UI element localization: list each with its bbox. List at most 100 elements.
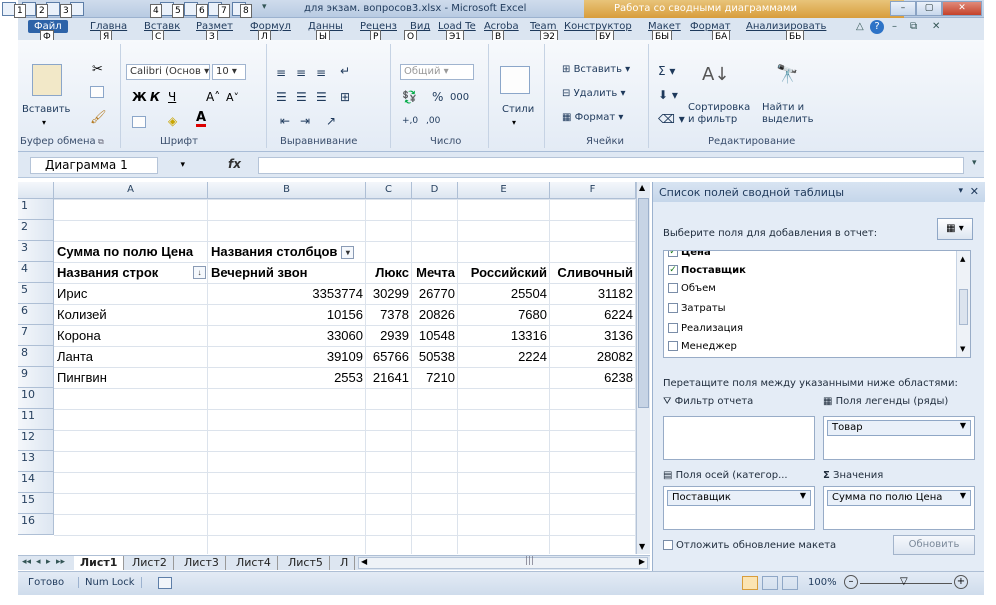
borders-icon[interactable]: [132, 116, 146, 128]
checkbox-checked-icon[interactable]: ✓: [668, 251, 678, 257]
row-header[interactable]: 13: [18, 451, 54, 472]
row-header[interactable]: 16: [18, 514, 54, 535]
align-right-icon[interactable]: ☰: [316, 90, 327, 104]
expand-formula-bar-icon[interactable]: ▾: [972, 158, 977, 168]
horizontal-scrollbar[interactable]: ◀ ||| ▶: [358, 556, 648, 569]
zoom-slider-thumb[interactable]: ▽: [900, 576, 908, 587]
format-painter-icon[interactable]: 🖌: [90, 110, 107, 125]
pivot-value[interactable]: 33060: [208, 326, 366, 347]
decrease-indent-icon[interactable]: ⇤: [280, 114, 290, 128]
vertical-scrollbar[interactable]: ▲ ▼: [636, 182, 650, 554]
pivot-value[interactable]: 50538: [412, 347, 458, 368]
first-sheet-icon[interactable]: ◂◂: [22, 557, 31, 567]
pivot-row-label[interactable]: Ирис: [54, 284, 208, 305]
paste-icon[interactable]: [32, 64, 62, 96]
pivot-value[interactable]: 10548: [412, 326, 458, 347]
find-select-button-line2[interactable]: выделить: [762, 114, 813, 125]
pivot-value[interactable]: 7378: [366, 305, 412, 326]
pivot-value[interactable]: 6238: [550, 368, 636, 389]
field-list-scroll-thumb[interactable]: [959, 289, 968, 325]
macro-record-icon[interactable]: [158, 577, 172, 589]
qat-dropdown-icon[interactable]: ▾: [262, 2, 267, 12]
row-header[interactable]: 12: [18, 430, 54, 451]
pivot-column-header[interactable]: Российский: [458, 263, 550, 284]
pivot-column-header[interactable]: Сливочный: [550, 263, 636, 284]
field-item[interactable]: Менеджер: [668, 341, 737, 352]
values-field-pill[interactable]: Сумма по полю Цена ▼: [827, 490, 971, 506]
legend-field-pill[interactable]: Товар ▼: [827, 420, 971, 436]
sheet-tab-4[interactable]: Лист4: [230, 556, 278, 570]
paste-button[interactable]: Вставить: [22, 104, 70, 115]
copy-icon[interactable]: [90, 86, 104, 98]
pivot-value[interactable]: 31182: [550, 284, 636, 305]
pivot-value[interactable]: 2553: [208, 368, 366, 389]
zoom-level[interactable]: 100%: [808, 577, 837, 588]
pivot-column-header[interactable]: Люкс: [366, 263, 412, 284]
maximize-button[interactable]: ▢: [916, 1, 942, 16]
sort-filter-button[interactable]: Сортировка: [688, 102, 750, 113]
styles-icon[interactable]: [500, 66, 530, 94]
chevron-down-icon[interactable]: ▼: [800, 491, 806, 500]
currency-icon[interactable]: 💱: [402, 90, 417, 104]
pivot-row-label[interactable]: Пингвин: [54, 368, 208, 389]
underline-button[interactable]: Ч: [168, 90, 176, 104]
scroll-down-icon[interactable]: ▼: [639, 542, 645, 551]
decrease-decimal-icon[interactable]: ,00: [426, 116, 440, 126]
comma-style-icon[interactable]: 000: [450, 92, 469, 103]
report-filter-area[interactable]: [663, 416, 815, 460]
checkbox-icon[interactable]: [663, 540, 673, 550]
layout-options-button[interactable]: ▦ ▾: [937, 218, 973, 240]
scroll-down-icon[interactable]: ▼: [960, 345, 965, 353]
orientation-icon[interactable]: ↗: [326, 114, 336, 128]
restore-workbook-icon[interactable]: ⧉: [910, 21, 917, 32]
pivot-row-label[interactable]: Колизей: [54, 305, 208, 326]
row-header[interactable]: 3: [18, 241, 54, 262]
pivot-value[interactable]: 21641: [366, 368, 412, 389]
next-sheet-icon[interactable]: ▸: [46, 557, 51, 567]
field-item[interactable]: ✓ Цена: [668, 251, 711, 258]
align-middle-icon[interactable]: ≡: [296, 66, 306, 80]
clear-icon[interactable]: ⌫ ▾: [658, 112, 685, 126]
column-header-c[interactable]: C: [366, 182, 412, 199]
close-button[interactable]: ✕: [942, 1, 982, 16]
sheet-tab-5[interactable]: Лист5: [282, 556, 330, 570]
percent-icon[interactable]: %: [432, 90, 443, 104]
dialog-launcher-icon[interactable]: ⧉: [98, 137, 104, 147]
sheet-tab-3[interactable]: Лист3: [178, 556, 226, 570]
pivot-row-label[interactable]: Ланта: [54, 347, 208, 368]
field-list-scrollbar[interactable]: ▲ ▼: [956, 251, 970, 357]
row-header[interactable]: 14: [18, 472, 54, 493]
column-header-f[interactable]: F: [550, 182, 636, 199]
checkbox-icon[interactable]: [668, 303, 678, 313]
row-header[interactable]: 15: [18, 493, 54, 514]
pivot-value[interactable]: 2939: [366, 326, 412, 347]
row-header[interactable]: 6: [18, 304, 54, 325]
zoom-in-icon[interactable]: +: [954, 575, 968, 589]
pivot-value[interactable]: 30299: [366, 284, 412, 305]
row-header[interactable]: 4: [18, 262, 54, 283]
collapse-ribbon-icon[interactable]: △: [856, 21, 864, 32]
horizontal-scroll-thumb[interactable]: |||: [525, 556, 534, 566]
bold-button[interactable]: Ж: [132, 90, 147, 104]
vertical-scroll-thumb[interactable]: [638, 198, 649, 408]
pivot-value[interactable]: 20826: [412, 305, 458, 326]
checkbox-icon[interactable]: [668, 341, 678, 351]
pivot-column-header[interactable]: Мечта: [412, 263, 458, 284]
find-select-button[interactable]: Найти и: [762, 102, 804, 113]
align-top-icon[interactable]: ≡: [276, 66, 286, 80]
help-icon[interactable]: ?: [870, 20, 884, 34]
column-header-d[interactable]: D: [412, 182, 458, 199]
redo-icon[interactable]: [70, 2, 84, 16]
axis-fields-area[interactable]: Поставщик ▼: [663, 486, 815, 530]
legend-fields-area[interactable]: Товар ▼: [823, 416, 975, 460]
row-header[interactable]: 8: [18, 346, 54, 367]
worksheet-grid[interactable]: A B C D E F 1 2 3 4 5 6 7 8 9 10 11 12 1…: [18, 182, 648, 554]
sort-filter-button-line2[interactable]: и фильтр: [688, 114, 737, 125]
row-header[interactable]: 10: [18, 388, 54, 409]
row-header[interactable]: 1: [18, 199, 54, 220]
pivot-value[interactable]: 26770: [412, 284, 458, 305]
chevron-down-icon[interactable]: ▼: [960, 421, 966, 430]
pivot-value[interactable]: 7210: [412, 368, 458, 389]
scroll-left-icon[interactable]: ◀: [361, 557, 367, 566]
scroll-up-icon[interactable]: ▲: [639, 183, 645, 192]
